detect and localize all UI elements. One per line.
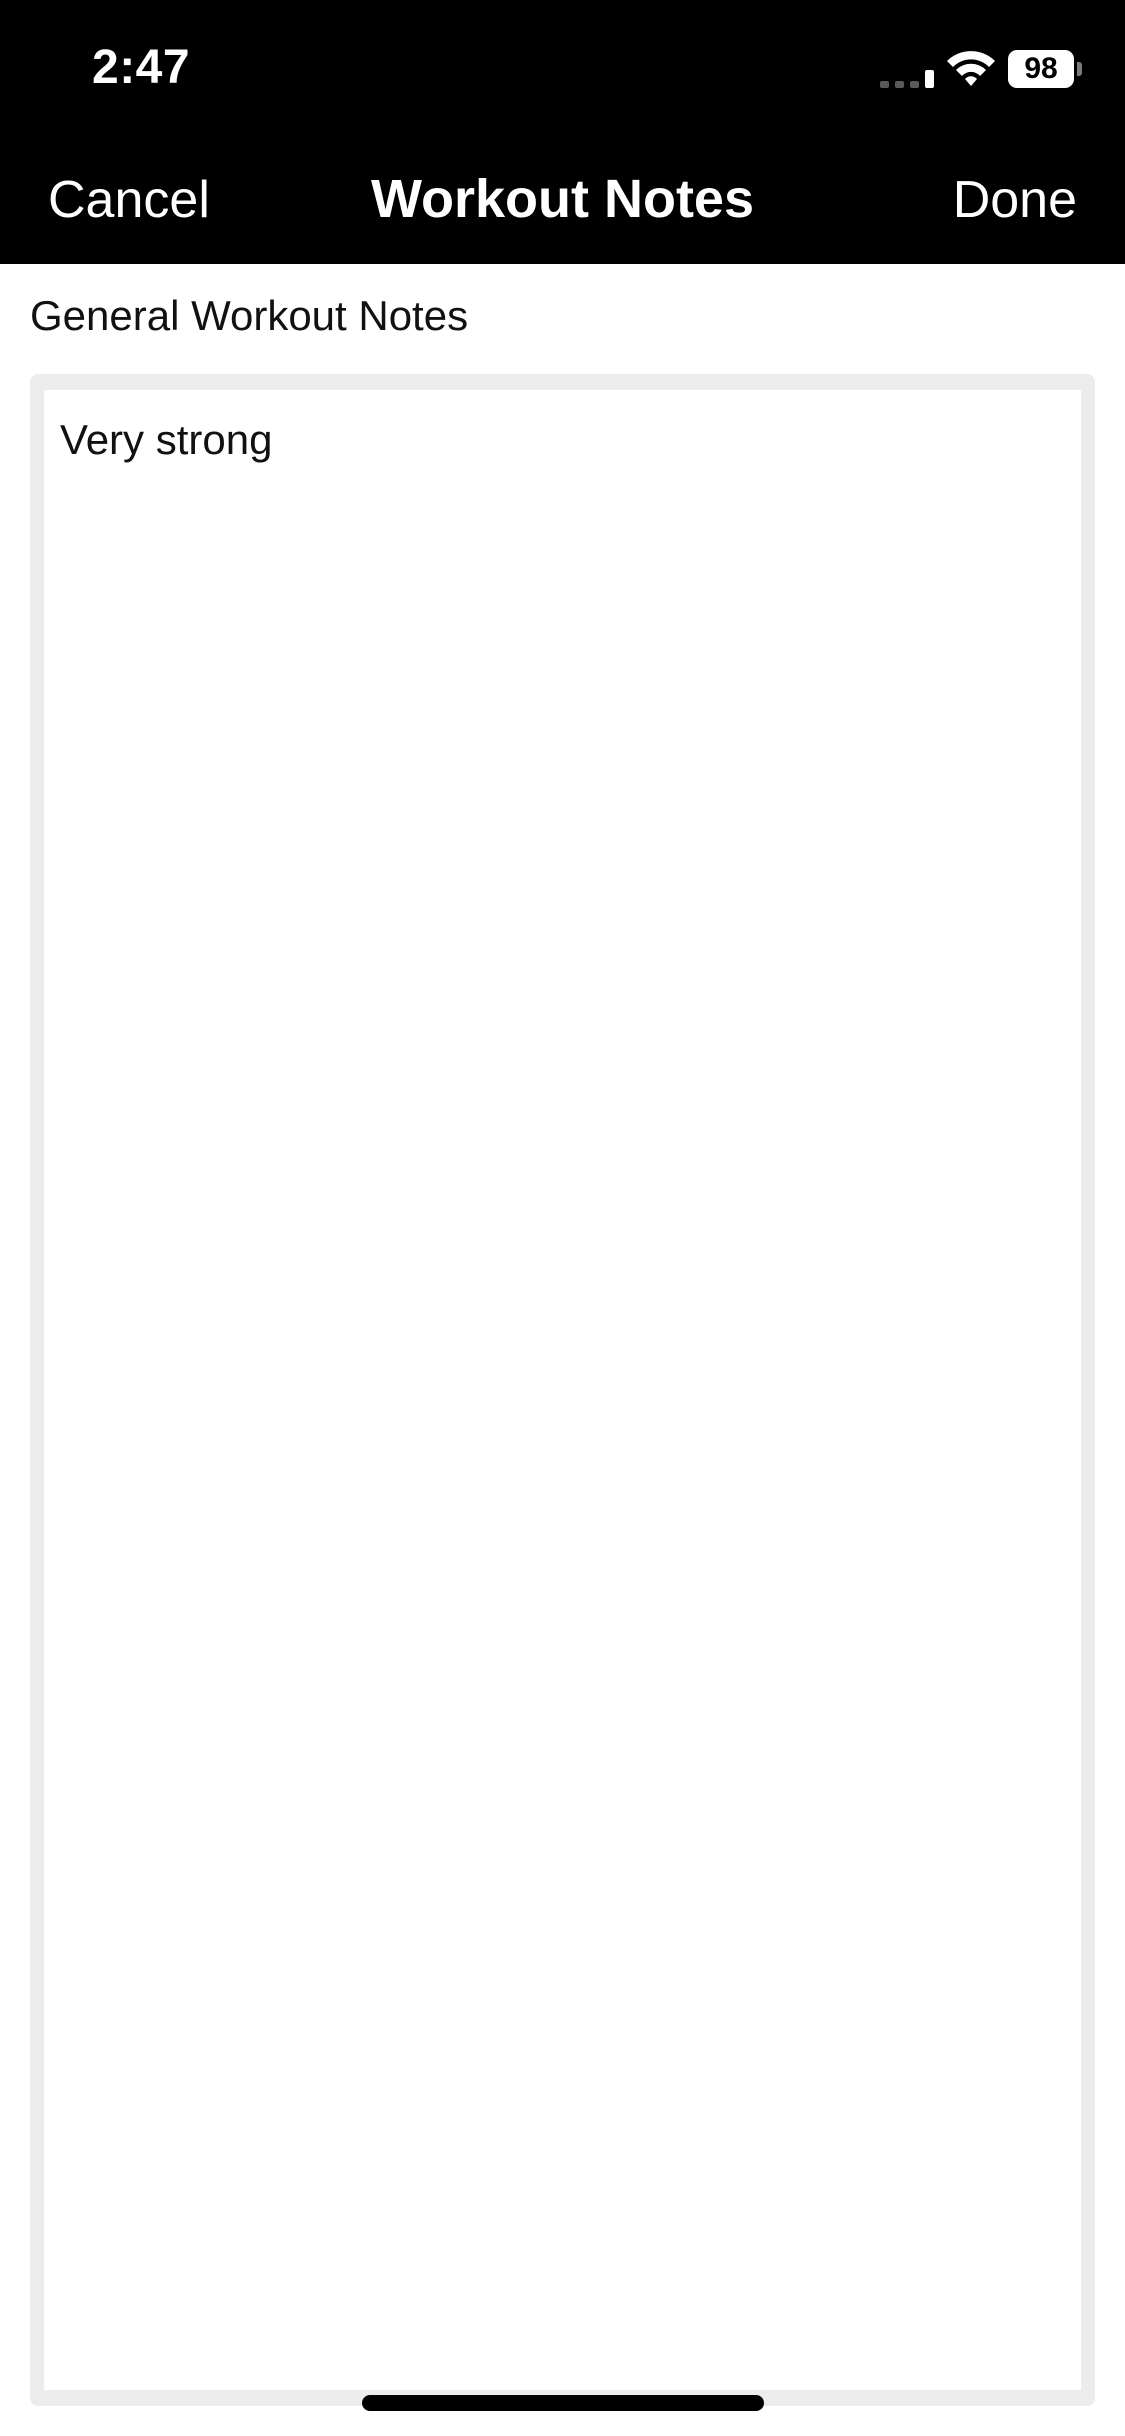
cancel-button[interactable]: Cancel — [48, 170, 210, 230]
top-bar: 2:47 98 Cancel Workout Notes Done — [0, 0, 1125, 264]
battery-tip — [1077, 62, 1082, 76]
cellular-signal-icon — [880, 70, 936, 88]
workout-notes-textarea[interactable]: Very strong — [44, 390, 1081, 2390]
workout-notes-screen: 2:47 98 Cancel Workout Notes Done Genera… — [0, 0, 1125, 2436]
home-indicator[interactable] — [362, 2395, 764, 2411]
status-time: 2:47 — [92, 41, 191, 94]
notes-frame: Very strong — [30, 374, 1095, 2406]
wifi-icon — [945, 48, 997, 88]
battery-level: 98 — [1024, 52, 1058, 85]
battery-icon: 98 — [1008, 50, 1074, 88]
notes-label: General Workout Notes — [30, 292, 469, 339]
done-button[interactable]: Done — [953, 170, 1077, 230]
